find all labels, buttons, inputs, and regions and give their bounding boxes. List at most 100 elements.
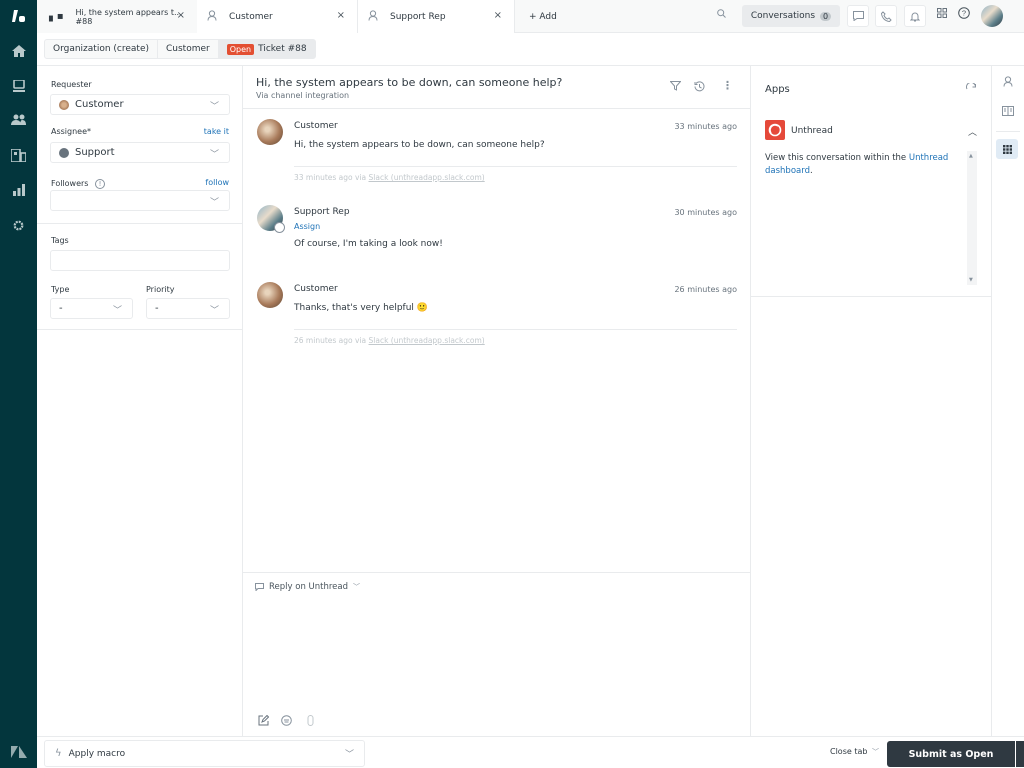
more-options-icon[interactable]: ⋮: [722, 79, 733, 92]
apps-grid-icon[interactable]: [996, 139, 1018, 159]
type-value: -: [59, 303, 63, 314]
home-icon[interactable]: [0, 39, 37, 63]
tab-support-rep[interactable]: Support Rep ×: [358, 0, 515, 33]
type-select[interactable]: - ﹀: [50, 298, 133, 319]
conversations-count: 0: [820, 11, 832, 21]
zendesk-logo-icon[interactable]: [0, 4, 37, 28]
message-author[interactable]: Customer: [294, 284, 338, 294]
filter-icon[interactable]: [669, 81, 682, 94]
assign-link[interactable]: Assign: [294, 222, 320, 231]
views-icon[interactable]: [0, 74, 37, 98]
followers-select[interactable]: ﹀: [50, 190, 230, 211]
slack-link[interactable]: Slack (unthreadapp.slack.com): [369, 336, 485, 345]
comment-icon: [255, 583, 264, 591]
assignee-avatar: [59, 147, 69, 158]
message-timestamp: 26 minutes ago: [674, 285, 737, 294]
assignee-select[interactable]: Support ﹀: [50, 142, 230, 163]
admin-gear-icon[interactable]: [0, 213, 37, 237]
message-divider: [294, 329, 737, 330]
chevron-down-icon: ﹀: [112, 306, 122, 316]
lightning-icon: ϟ: [55, 748, 62, 759]
message-channel-info: 33 minutes ago via Slack (unthreadapp.sl…: [294, 173, 485, 182]
submit-button[interactable]: Submit as Open: [887, 741, 1015, 767]
close-tab-icon[interactable]: ×: [337, 10, 345, 21]
customer-avatar[interactable]: [257, 282, 283, 308]
breadcrumb-customer-label: Customer: [166, 44, 210, 54]
chevron-up-icon[interactable]: ︿: [968, 125, 977, 138]
followers-label: Followers !: [51, 179, 106, 189]
priority-value: -: [155, 303, 159, 314]
refresh-icon[interactable]: [966, 81, 977, 97]
take-it-link[interactable]: take it: [204, 127, 229, 136]
close-tab-icon[interactable]: ×: [494, 10, 502, 21]
message-author[interactable]: Customer: [294, 121, 338, 131]
help-icon[interactable]: ?: [958, 7, 970, 22]
chevron-down-icon: ﹀: [209, 150, 219, 160]
customers-icon[interactable]: [0, 108, 37, 132]
search-icon[interactable]: [717, 9, 726, 21]
conversation-title: Hi, the system appears to be down, can s…: [256, 76, 563, 89]
submit-options-button[interactable]: ﹀: [1016, 741, 1024, 767]
organizations-icon[interactable]: [0, 143, 37, 167]
emoji-icon[interactable]: [281, 715, 292, 729]
chat-icon[interactable]: [847, 5, 869, 27]
requester-select[interactable]: Customer ﹀: [50, 94, 230, 115]
message-channel-info: 26 minutes ago via Slack (unthreadapp.sl…: [294, 336, 485, 345]
scroll-up-icon[interactable]: ▲: [969, 153, 973, 159]
assignee-label: Assignee*: [51, 127, 92, 136]
apps-panel: Apps Unthread ︿ View this conversation w…: [750, 66, 992, 736]
close-tab-button[interactable]: Close tab ﹀: [830, 747, 879, 757]
tab-customer[interactable]: Customer ×: [197, 0, 358, 33]
reply-channel-selector[interactable]: Reply on Unthread ﹀: [255, 582, 360, 592]
breadcrumb-ticket-label: Ticket #88: [258, 44, 307, 54]
follow-link[interactable]: follow: [205, 178, 229, 187]
user-icon: [207, 9, 217, 24]
chevron-down-icon: ﹀: [209, 102, 219, 112]
reply-composer[interactable]: Reply on Unthread ﹀: [243, 572, 750, 736]
status-badge: Open: [226, 43, 255, 55]
message-divider: [294, 166, 737, 167]
customer-avatar[interactable]: [257, 119, 283, 145]
conversations-button[interactable]: Conversations 0: [742, 5, 840, 27]
chevron-down-icon: ﹀: [209, 306, 219, 316]
tab-ticket-88[interactable]: ▖▪ Hi, the system appears t... #88 ×: [37, 0, 197, 33]
add-tab-button[interactable]: + Add: [519, 0, 579, 33]
notifications-bell-icon[interactable]: [904, 5, 926, 27]
followers-label-text: Followers: [51, 179, 89, 188]
message-author[interactable]: Support Rep: [294, 207, 350, 217]
close-tab-icon[interactable]: ×: [177, 10, 185, 21]
product-tray-icon[interactable]: [937, 8, 947, 21]
type-label: Type: [51, 285, 70, 294]
tags-input[interactable]: [50, 250, 230, 271]
tab-subtitle: #88: [75, 16, 93, 26]
ticket-properties-panel: Requester Customer ﹀ Assignee* take it S…: [37, 66, 243, 736]
attachment-icon[interactable]: [307, 715, 314, 729]
apply-macro-select[interactable]: ϟ Apply macro ﹀: [44, 740, 365, 767]
conversations-label: Conversations: [750, 11, 816, 21]
knowledge-icon[interactable]: [1002, 106, 1014, 119]
fields-divider: [37, 329, 242, 330]
phone-icon[interactable]: [875, 5, 897, 27]
breadcrumb: Organization (create) Customer Open Tick…: [44, 39, 316, 59]
compose-format-icon[interactable]: [258, 714, 270, 729]
breadcrumb-ticket[interactable]: Open Ticket #88: [218, 40, 315, 58]
fields-divider: [37, 223, 242, 224]
tags-label: Tags: [51, 236, 69, 245]
reply-textarea[interactable]: [255, 601, 738, 706]
conversation-channel: Via channel integration: [256, 91, 350, 100]
unthread-app-logo: [765, 120, 785, 140]
breadcrumb-organization[interactable]: Organization (create): [45, 40, 158, 58]
user-avatar[interactable]: [981, 5, 1003, 27]
scroll-down-icon[interactable]: ▼: [969, 277, 973, 283]
history-icon[interactable]: [694, 81, 705, 95]
reporting-icon[interactable]: [0, 178, 37, 202]
priority-select[interactable]: - ﹀: [146, 298, 230, 319]
info-icon[interactable]: !: [95, 179, 106, 189]
breadcrumb-customer[interactable]: Customer: [158, 40, 219, 58]
chevron-down-icon: ﹀: [209, 198, 219, 208]
app-scrollbar[interactable]: ▲ ▼: [967, 151, 977, 285]
slack-link[interactable]: Slack (unthreadapp.slack.com): [369, 173, 485, 182]
customer-context-icon[interactable]: [1003, 76, 1013, 90]
app-description-text: View this conversation within the: [765, 153, 909, 163]
priority-label: Priority: [146, 285, 175, 294]
